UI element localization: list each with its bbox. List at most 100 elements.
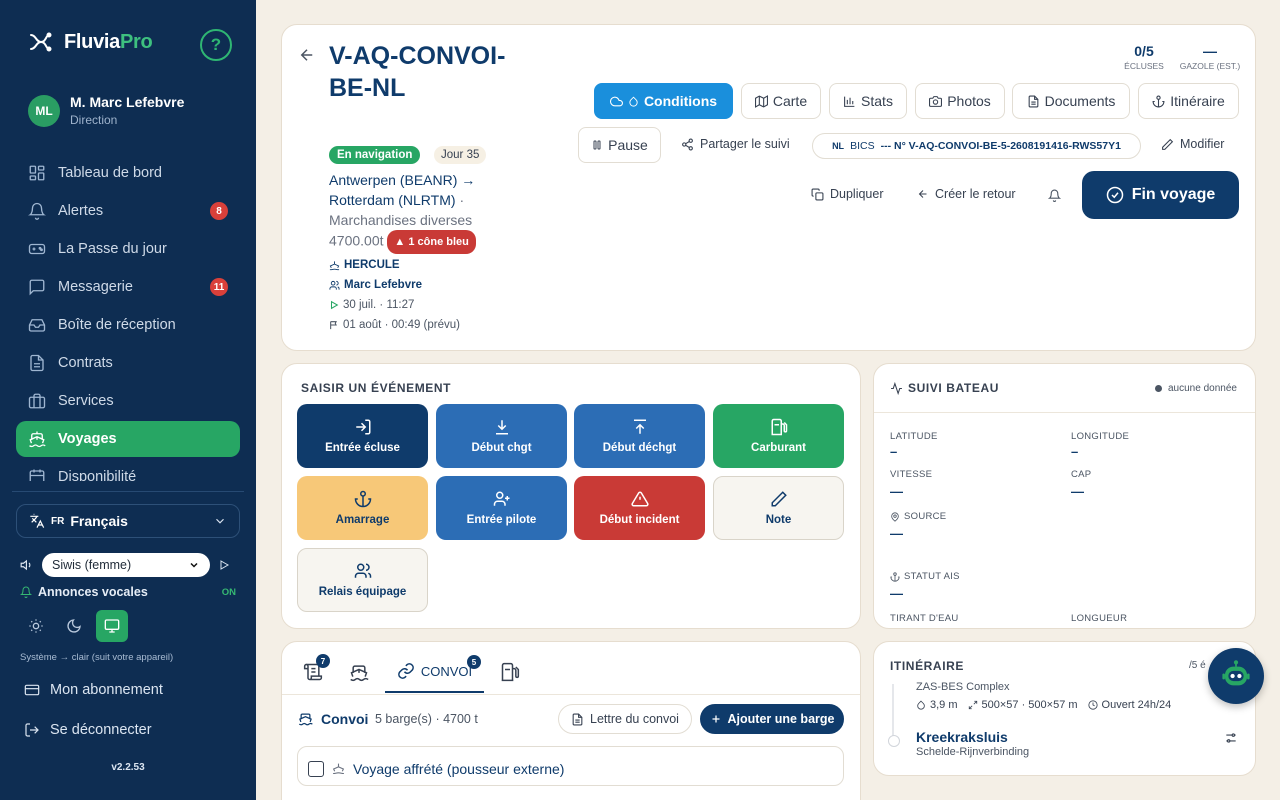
bell-icon[interactable] <box>1048 189 1061 202</box>
nav-item-availability[interactable]: Disponibilité <box>16 459 240 481</box>
source-value: — <box>890 526 903 541</box>
itinerary-timeline <box>892 684 894 736</box>
logout-link[interactable]: Se déconnecter <box>24 722 152 738</box>
vessel-row: HERCULE <box>329 259 400 271</box>
nav-item-voyages[interactable]: Voyages <box>16 421 240 457</box>
assistant-bot-button[interactable] <box>1208 648 1264 704</box>
monitor-icon <box>104 619 120 633</box>
theme-switcher <box>20 610 128 642</box>
download-icon <box>495 420 508 435</box>
ship-icon <box>298 713 313 726</box>
nav-item-alerts[interactable]: Alertes 8 <box>16 193 240 229</box>
conditions-button[interactable]: Conditions <box>594 83 733 119</box>
convoy-letter-button[interactable]: Lettre du convoi <box>558 704 692 734</box>
event-pilot-entry-button[interactable]: Entrée pilote <box>436 476 567 540</box>
event-loading-start-button[interactable]: Début chgt <box>436 404 567 468</box>
next-lock-name[interactable]: Kreekraksluis <box>916 729 1008 745</box>
blue-cone-badge: ▲ 1 cône bleu <box>387 230 476 254</box>
nav-label: Tableau de bord <box>58 165 162 181</box>
nav-item-services[interactable]: Services <box>16 383 240 419</box>
language-selector[interactable]: FR Français <box>16 504 240 538</box>
duplicate-button[interactable]: Dupliquer <box>811 187 884 201</box>
activity-icon <box>891 382 902 395</box>
link-icon <box>398 663 414 679</box>
documents-button[interactable]: Documents <box>1012 83 1130 119</box>
event-lock-entry-button[interactable]: Entrée écluse <box>297 404 428 468</box>
event-mooring-button[interactable]: Amarrage <box>297 476 428 540</box>
pencil-icon <box>771 491 787 507</box>
fuel-stat: — GAZOLE (EST.) <box>1178 43 1242 71</box>
event-note-button[interactable]: Note <box>713 476 844 540</box>
ais-status-value: — <box>890 586 903 601</box>
depth-icon <box>917 700 925 710</box>
briefcase-icon <box>28 393 46 409</box>
back-arrow-icon[interactable] <box>298 46 316 64</box>
voice-select-value: Siwis (femme) <box>52 558 132 572</box>
tab-logbook[interactable]: 7 <box>297 651 330 693</box>
event-incident-start-button[interactable]: Début incident <box>574 476 705 540</box>
play-icon[interactable] <box>218 559 230 571</box>
tab-convoy[interactable]: CONVOI 5 <box>385 651 484 693</box>
avatar: ML <box>28 94 60 127</box>
nav-item-inbox[interactable]: Boîte de réception <box>16 307 240 343</box>
brand[interactable]: FluviaPro <box>28 30 153 54</box>
dashboard-icon <box>29 165 45 181</box>
create-return-button[interactable]: Créer le retour <box>917 187 1016 201</box>
edit-button[interactable]: Modifier <box>1161 137 1224 151</box>
prev-lock-name: ZAS-BES Complex <box>916 681 1010 693</box>
nav-item-daily-pass[interactable]: La Passe du jour <box>16 231 240 267</box>
event-fuel-button[interactable]: Carburant <box>713 404 844 468</box>
finish-voyage-button[interactable]: Fin voyage <box>1082 171 1239 219</box>
fuel-label: GAZOLE (EST.) <box>1179 61 1241 71</box>
theme-dark-button[interactable] <box>58 610 90 642</box>
upload-icon <box>633 419 646 434</box>
user-profile[interactable]: ML M. Marc Lefebvre Direction <box>28 94 184 127</box>
subscription-link[interactable]: Mon abonnement <box>24 682 163 698</box>
bics-reference-badge[interactable]: NL BICS --- N° V-AQ-CONVOI-BE-5-26081914… <box>812 133 1141 159</box>
photos-button[interactable]: Photos <box>915 83 1005 119</box>
moon-icon <box>67 619 81 633</box>
route-from: Antwerpen (BEANR) → <box>329 172 476 188</box>
nav-item-messaging[interactable]: Messagerie 11 <box>16 269 240 305</box>
tabs-divider <box>282 694 860 695</box>
theme-system-button[interactable] <box>96 610 128 642</box>
stats-button[interactable]: Stats <box>829 83 907 119</box>
nav-item-contracts[interactable]: Contrats <box>16 345 240 381</box>
pin-icon <box>891 512 899 522</box>
nav-item-dashboard[interactable]: Tableau de bord <box>16 155 240 191</box>
filter-icon[interactable] <box>1224 731 1238 745</box>
nav-label: Services <box>58 393 114 409</box>
help-button[interactable]: ? <box>200 29 232 61</box>
voyage-title: V-AQ-CONVOI-BE-NL <box>329 42 506 102</box>
document-icon <box>30 354 44 372</box>
nav-label: La Passe du jour <box>58 241 167 257</box>
day-badge: Jour 35 <box>434 146 487 164</box>
sidebar: FluviaPro ? ML M. Marc Lefebvre Directio… <box>0 0 256 800</box>
event-unloading-start-button[interactable]: Début déchgt <box>574 404 705 468</box>
add-barge-button[interactable]: Ajouter une barge <box>700 704 844 734</box>
draft-label: TIRANT D'EAU <box>890 613 959 624</box>
map-button[interactable]: Carte <box>741 83 821 119</box>
tab-vessel[interactable] <box>343 651 375 693</box>
user-role: Direction <box>70 113 118 127</box>
announcements-label: Annonces vocales <box>38 585 148 599</box>
translate-icon <box>30 513 45 528</box>
share-tracking-button[interactable]: Partager le suivi <box>681 137 790 151</box>
voyage-route: Antwerpen (BEANR) → Rotterdam (NLRTM) · … <box>329 170 509 254</box>
tab-fuel[interactable] <box>496 651 524 693</box>
latitude-value: – <box>890 444 898 459</box>
chartered-checkbox[interactable] <box>308 761 324 777</box>
theme-light-button[interactable] <box>20 610 52 642</box>
convoy-summary: 5 barge(s) · 4700 t <box>375 712 478 726</box>
pause-button[interactable]: Pause <box>578 127 661 163</box>
subscription-label: Mon abonnement <box>50 682 163 698</box>
prev-lock-details: 3,9 m 500×57 · 500×57 m Ouvert 24h/24 <box>916 699 1171 711</box>
enter-icon <box>355 419 370 435</box>
voice-announcements-toggle[interactable]: Annonces vocales ON <box>20 585 236 599</box>
ship-icon <box>329 260 340 270</box>
voice-select[interactable]: Siwis (femme) <box>42 553 210 577</box>
event-crew-change-button[interactable]: Relais équipage <box>297 548 428 612</box>
camera-icon <box>929 95 943 107</box>
nav-label: Alertes <box>58 203 104 219</box>
itinerary-button[interactable]: Itinéraire <box>1138 83 1239 119</box>
